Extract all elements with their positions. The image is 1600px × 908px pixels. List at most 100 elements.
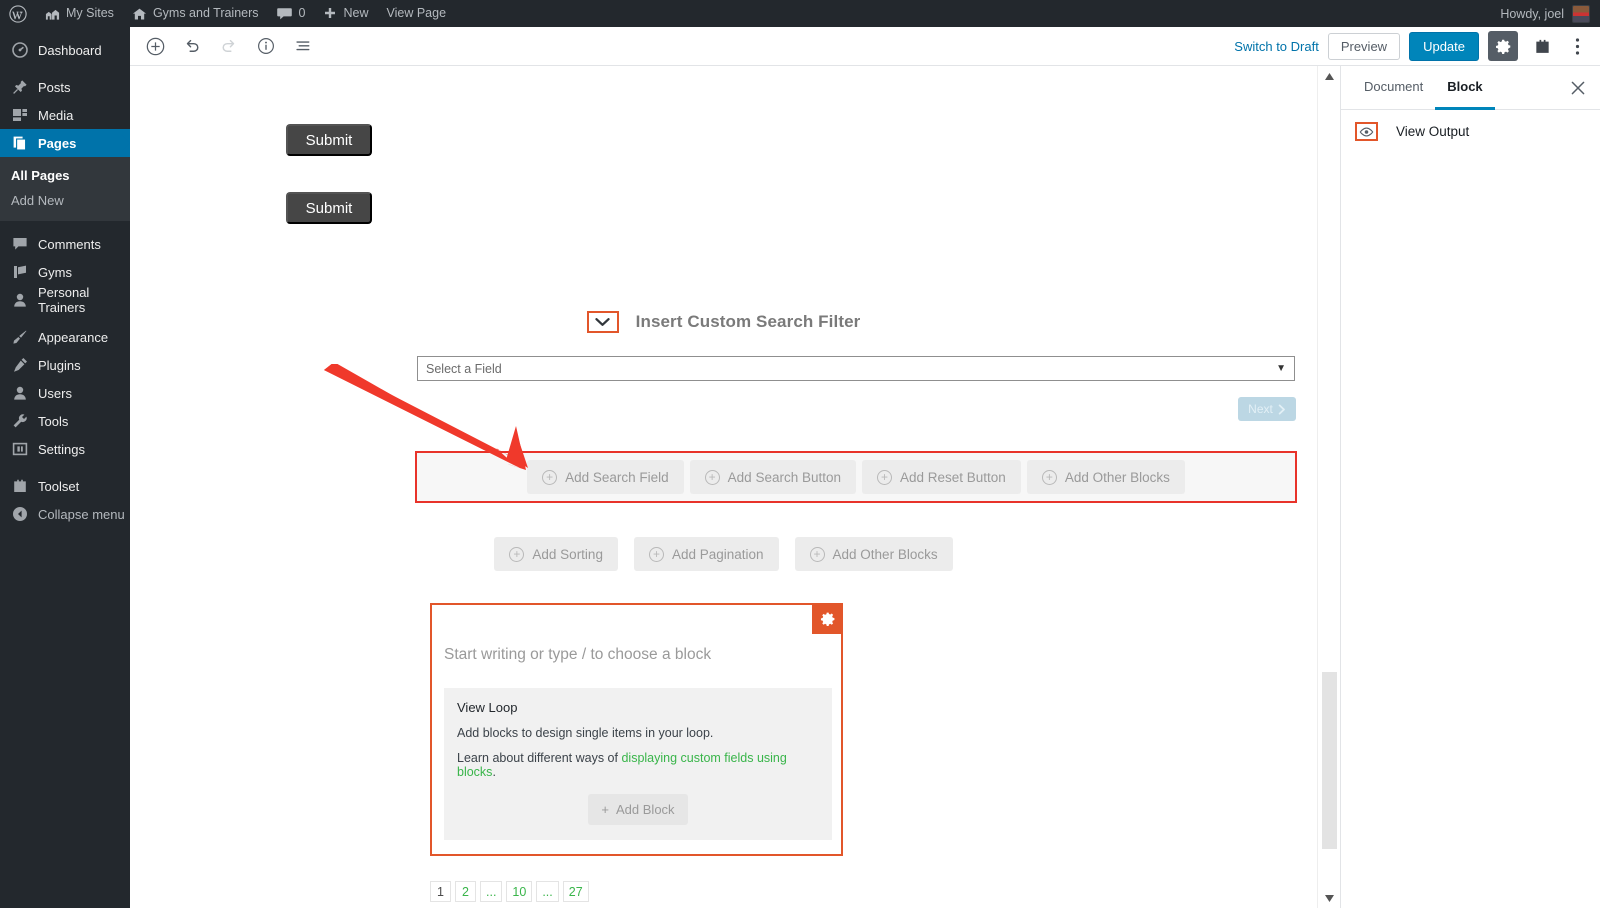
user-icon xyxy=(11,291,29,309)
add-block-label: Add Block xyxy=(616,802,675,817)
editor-canvas[interactable]: Submit Submit Insert Custom Search Filte… xyxy=(130,66,1340,908)
admin-bar-howdy-label: Howdy, joel xyxy=(1500,7,1564,21)
search-blocks-toolbar-highlighted: + Add Search Field + Add Search Button +… xyxy=(415,451,1297,503)
admin-bar-account[interactable]: Howdy, joel xyxy=(1500,5,1600,23)
view-loop-title: View Loop xyxy=(457,700,819,715)
scroll-down-arrow-icon[interactable] xyxy=(1318,888,1340,908)
sidebar-item-settings[interactable]: Settings xyxy=(0,435,130,463)
update-button[interactable]: Update xyxy=(1409,32,1479,61)
sidebar-item-media[interactable]: Media xyxy=(0,101,130,129)
pages-icon xyxy=(11,134,29,152)
add-other-blocks-button-top[interactable]: + Add Other Blocks xyxy=(795,537,953,571)
scroll-up-arrow-icon[interactable] xyxy=(1318,66,1340,86)
sites-icon xyxy=(45,7,60,21)
canvas-scrollbar[interactable] xyxy=(1317,66,1340,908)
pagination-item[interactable]: 2 xyxy=(455,881,476,902)
wordpress-logo-menu[interactable] xyxy=(0,0,36,27)
scrollbar-thumb[interactable] xyxy=(1322,672,1337,849)
switch-to-draft-link[interactable]: Switch to Draft xyxy=(1234,39,1319,54)
admin-bar-view-page[interactable]: View Page xyxy=(378,0,456,27)
info-icon[interactable] xyxy=(252,32,280,60)
sidebar-item-collapse-menu[interactable]: Collapse menu xyxy=(0,500,130,528)
pagination-item[interactable]: ... xyxy=(480,881,502,902)
submenu-item-all-pages[interactable]: All Pages xyxy=(0,163,130,188)
add-sorting-label: Add Sorting xyxy=(532,547,603,562)
eye-icon[interactable] xyxy=(1355,122,1378,141)
add-reset-button-button[interactable]: + Add Reset Button xyxy=(862,460,1021,494)
pagination-item[interactable]: ... xyxy=(536,881,558,902)
sidebar-item-comments[interactable]: Comments xyxy=(0,230,130,258)
add-pagination-button-top[interactable]: + Add Pagination xyxy=(634,537,779,571)
sidebar-item-users[interactable]: Users xyxy=(0,379,130,407)
admin-bar-new-content[interactable]: New xyxy=(314,0,377,27)
block-editor: Switch to Draft Preview Update Submit Su… xyxy=(130,27,1600,908)
menu-spacer xyxy=(0,314,130,323)
sorting-toolbar-top: + Add Sorting + Add Pagination + Add Oth… xyxy=(130,537,1317,571)
plus-circle-icon: + xyxy=(705,470,720,485)
pagination: 1 2 ... 10 ... 27 xyxy=(430,881,589,902)
add-sorting-button-top[interactable]: + Add Sorting xyxy=(494,537,618,571)
comment-icon xyxy=(11,235,29,253)
sidebar-item-label: Collapse menu xyxy=(38,507,125,522)
learn-prefix: Learn about different ways of xyxy=(457,751,621,765)
submit-button-2[interactable]: Submit xyxy=(286,192,372,224)
next-button[interactable]: Next xyxy=(1238,397,1296,421)
plus-circle-icon: + xyxy=(542,470,557,485)
block-navigation-icon[interactable] xyxy=(289,32,317,60)
pin-icon xyxy=(11,78,29,96)
pagination-item[interactable]: 1 xyxy=(430,881,451,902)
plus-circle-icon: + xyxy=(649,547,664,562)
admin-bar-view-page-label: View Page xyxy=(387,7,447,20)
sidebar-item-pages[interactable]: Pages xyxy=(0,129,130,157)
wrench-icon xyxy=(11,412,29,430)
tab-document[interactable]: Document xyxy=(1352,66,1435,110)
admin-bar-comment-count: 0 xyxy=(299,7,306,20)
sidebar-item-posts[interactable]: Posts xyxy=(0,73,130,101)
view-output-row[interactable]: View Output xyxy=(1341,110,1600,153)
preview-button[interactable]: Preview xyxy=(1328,33,1400,60)
chevron-down-icon[interactable] xyxy=(587,311,619,333)
block-placeholder-text[interactable]: Start writing or type / to choose a bloc… xyxy=(444,646,711,664)
undo-icon[interactable] xyxy=(178,32,206,60)
add-block-button[interactable]: + Add Block xyxy=(588,794,687,825)
gear-icon[interactable] xyxy=(1488,31,1518,61)
menu-spacer xyxy=(0,64,130,73)
sidebar-item-dashboard[interactable]: Dashboard xyxy=(0,36,130,64)
next-button-label: Next xyxy=(1248,402,1273,416)
submit-button-1[interactable]: Submit xyxy=(286,124,372,156)
sidebar-item-label: Pages xyxy=(38,136,76,151)
pagination-item[interactable]: 10 xyxy=(506,881,532,902)
sidebar-item-plugins[interactable]: Plugins xyxy=(0,351,130,379)
toolset-icon[interactable] xyxy=(1527,31,1557,61)
admin-bar-my-sites[interactable]: My Sites xyxy=(36,0,123,27)
close-icon[interactable] xyxy=(1556,66,1600,109)
sidebar-item-tools[interactable]: Tools xyxy=(0,407,130,435)
gear-icon[interactable] xyxy=(812,603,843,634)
add-search-field-label: Add Search Field xyxy=(565,470,669,485)
sidebar-item-appearance[interactable]: Appearance xyxy=(0,323,130,351)
admin-bar-comments[interactable]: 0 xyxy=(268,0,315,27)
pages-submenu: All Pages Add New xyxy=(0,157,130,221)
view-loop-block[interactable]: Start writing or type / to choose a bloc… xyxy=(430,603,843,856)
sidebar-item-personal-trainers[interactable]: Personal Trainers xyxy=(0,286,130,314)
pagination-item[interactable]: 27 xyxy=(563,881,589,902)
add-reset-button-label: Add Reset Button xyxy=(900,470,1006,485)
add-block-icon[interactable] xyxy=(141,32,169,60)
sidebar-item-toolset[interactable]: Toolset xyxy=(0,472,130,500)
sidebar-item-gyms[interactable]: Gyms xyxy=(0,258,130,286)
add-search-field-button[interactable]: + Add Search Field xyxy=(527,460,684,494)
menu-spacer xyxy=(0,27,130,36)
admin-bar-site-name[interactable]: Gyms and Trainers xyxy=(123,0,268,27)
tab-block[interactable]: Block xyxy=(1435,66,1494,110)
plus-circle-icon: + xyxy=(877,470,892,485)
add-search-button-button[interactable]: + Add Search Button xyxy=(690,460,856,494)
editor-header-right-tools: Switch to Draft Preview Update xyxy=(1234,31,1600,61)
sidebar-item-label: Dashboard xyxy=(38,43,102,58)
chevron-down-icon: ▼ xyxy=(1276,363,1286,374)
add-other-blocks-button[interactable]: + Add Other Blocks xyxy=(1027,460,1185,494)
view-output-label: View Output xyxy=(1396,124,1469,139)
submenu-item-add-new[interactable]: Add New xyxy=(0,188,130,213)
select-field-dropdown[interactable]: Select a Field ▼ xyxy=(417,356,1295,381)
kebab-menu-icon[interactable] xyxy=(1566,31,1588,61)
plus-circle-icon: + xyxy=(509,547,524,562)
